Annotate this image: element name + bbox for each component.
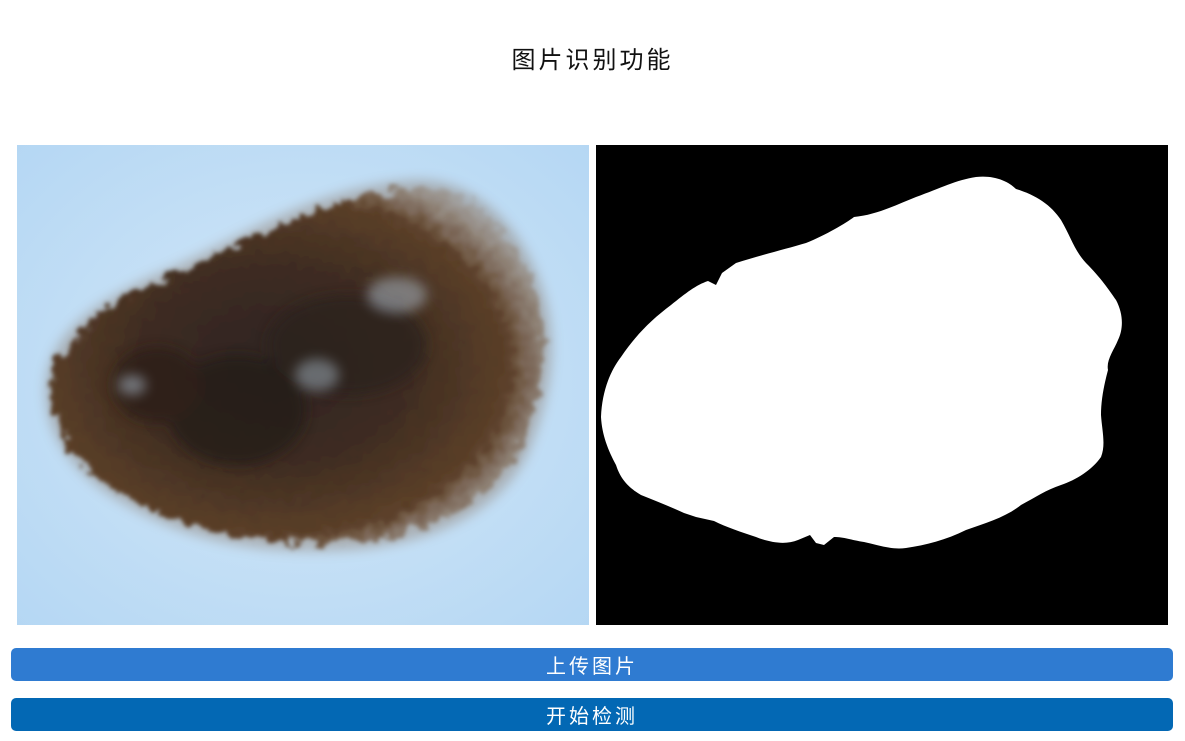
- start-detection-button[interactable]: 开始检测: [11, 698, 1173, 731]
- upload-image-button[interactable]: 上传图片: [11, 648, 1173, 681]
- page-title: 图片识别功能: [511, 46, 674, 74]
- mask-image-panel: [596, 145, 1168, 625]
- original-image-panel: [17, 145, 589, 625]
- segmentation-mask-image: [596, 145, 1168, 625]
- skin-lesion-image: [17, 145, 589, 625]
- image-recognition-page: 图片识别功能 上传图片 开始检测: [0, 0, 1185, 741]
